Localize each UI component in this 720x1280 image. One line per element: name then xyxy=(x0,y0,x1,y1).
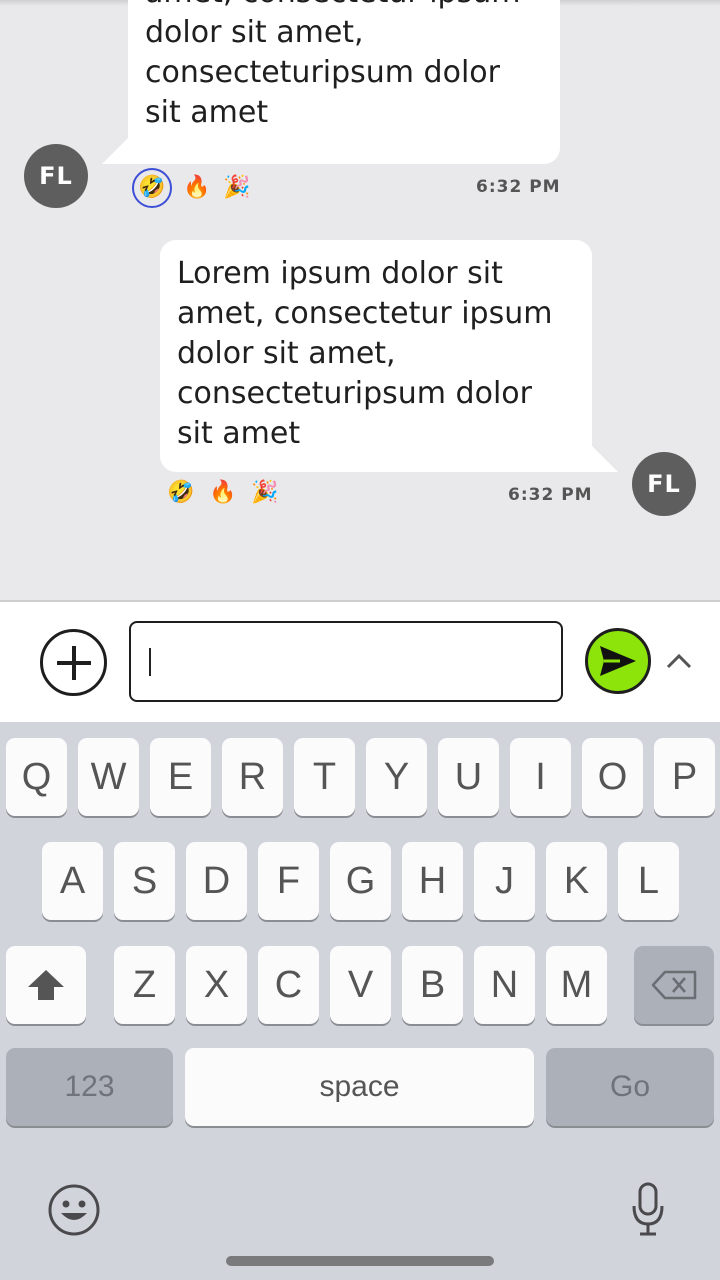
shift-icon xyxy=(28,970,64,1000)
key-y[interactable]: Y xyxy=(366,738,427,816)
key-i[interactable]: I xyxy=(510,738,571,816)
emoji-icon xyxy=(48,1184,100,1236)
chevron-up-icon xyxy=(666,653,692,669)
emoji-button[interactable] xyxy=(46,1182,102,1238)
key-w[interactable]: W xyxy=(78,738,139,816)
delete-key[interactable] xyxy=(634,946,714,1024)
key-r[interactable]: R xyxy=(222,738,283,816)
key-o[interactable]: O xyxy=(582,738,643,816)
message-timestamp: 6:32 PM xyxy=(508,485,593,505)
space-key[interactable]: space xyxy=(185,1048,534,1126)
key-l[interactable]: L xyxy=(618,842,679,920)
text-cursor xyxy=(149,647,151,676)
key-b[interactable]: B xyxy=(402,946,463,1024)
outgoing-message-bubble[interactable]: Lorem ipsum dolor sit amet, consectetur … xyxy=(160,240,618,472)
microphone-button[interactable] xyxy=(628,1180,668,1240)
chat-thread[interactable]: amet, consectetur ipsum dolor sit amet, … xyxy=(0,0,720,600)
reaction-fire[interactable]: 🔥 xyxy=(208,478,238,508)
sender-avatar[interactable]: FL xyxy=(24,144,88,208)
key-u[interactable]: U xyxy=(438,738,499,816)
reaction-fire[interactable]: 🔥 xyxy=(182,173,212,203)
message-reactions: 🤣 🔥 🎉 xyxy=(166,478,280,508)
home-indicator[interactable] xyxy=(226,1256,494,1266)
numbers-key[interactable]: 123 xyxy=(6,1048,173,1126)
message-input[interactable] xyxy=(129,621,563,702)
key-n[interactable]: N xyxy=(474,946,535,1024)
key-t[interactable]: T xyxy=(294,738,355,816)
key-h[interactable]: H xyxy=(402,842,463,920)
user-avatar[interactable]: FL xyxy=(632,452,696,516)
send-button[interactable] xyxy=(585,628,651,694)
reaction-party[interactable]: 🎉 xyxy=(222,173,252,203)
key-e[interactable]: E xyxy=(150,738,211,816)
expand-button[interactable] xyxy=(664,646,694,676)
on-screen-keyboard: Q W E R T Y U I O P A S D F G H J K L Z … xyxy=(0,722,720,1280)
microphone-icon xyxy=(632,1182,664,1236)
message-timestamp: 6:32 PM xyxy=(476,177,561,197)
key-q[interactable]: Q xyxy=(6,738,67,816)
key-j[interactable]: J xyxy=(474,842,535,920)
send-arrow-icon xyxy=(600,646,636,676)
incoming-message-bubble[interactable]: amet, consectetur ipsum dolor sit amet, … xyxy=(102,0,560,164)
key-m[interactable]: M xyxy=(546,946,607,1024)
backspace-icon xyxy=(651,970,697,1000)
key-p[interactable]: P xyxy=(654,738,715,816)
key-d[interactable]: D xyxy=(186,842,247,920)
message-reactions: 🤣 🔥 🎉 xyxy=(132,168,252,208)
reaction-party[interactable]: 🎉 xyxy=(250,478,280,508)
shift-key[interactable] xyxy=(6,946,86,1024)
key-z[interactable]: Z xyxy=(114,946,175,1024)
plus-circle-icon[interactable] xyxy=(40,629,107,696)
reaction-laugh[interactable]: 🤣 xyxy=(132,168,172,208)
key-s[interactable]: S xyxy=(114,842,175,920)
message-composer xyxy=(0,600,720,722)
key-v[interactable]: V xyxy=(330,946,391,1024)
go-key[interactable]: Go xyxy=(546,1048,714,1126)
key-a[interactable]: A xyxy=(42,842,103,920)
key-k[interactable]: K xyxy=(546,842,607,920)
reaction-laugh[interactable]: 🤣 xyxy=(166,478,196,508)
key-g[interactable]: G xyxy=(330,842,391,920)
key-c[interactable]: C xyxy=(258,946,319,1024)
key-f[interactable]: F xyxy=(258,842,319,920)
key-x[interactable]: X xyxy=(186,946,247,1024)
